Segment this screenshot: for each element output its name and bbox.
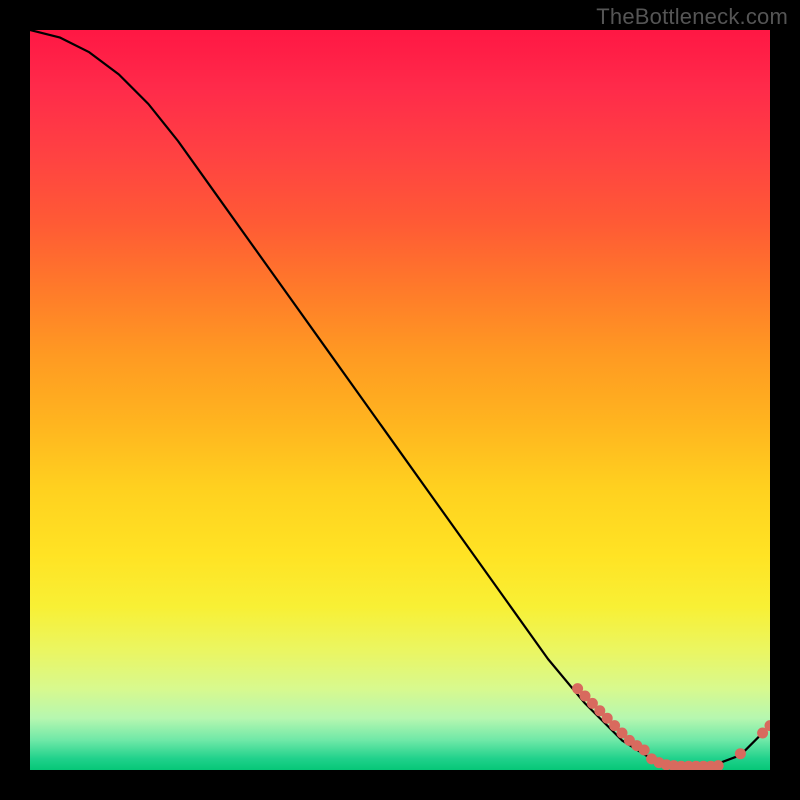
marker-group bbox=[572, 683, 770, 770]
chart-stage: TheBottleneck.com bbox=[0, 0, 800, 800]
plot-area bbox=[30, 30, 770, 770]
watermark-text: TheBottleneck.com bbox=[596, 4, 788, 30]
chart-svg bbox=[30, 30, 770, 770]
bottleneck-curve bbox=[30, 30, 770, 766]
data-marker bbox=[639, 745, 650, 756]
data-marker bbox=[735, 748, 746, 759]
